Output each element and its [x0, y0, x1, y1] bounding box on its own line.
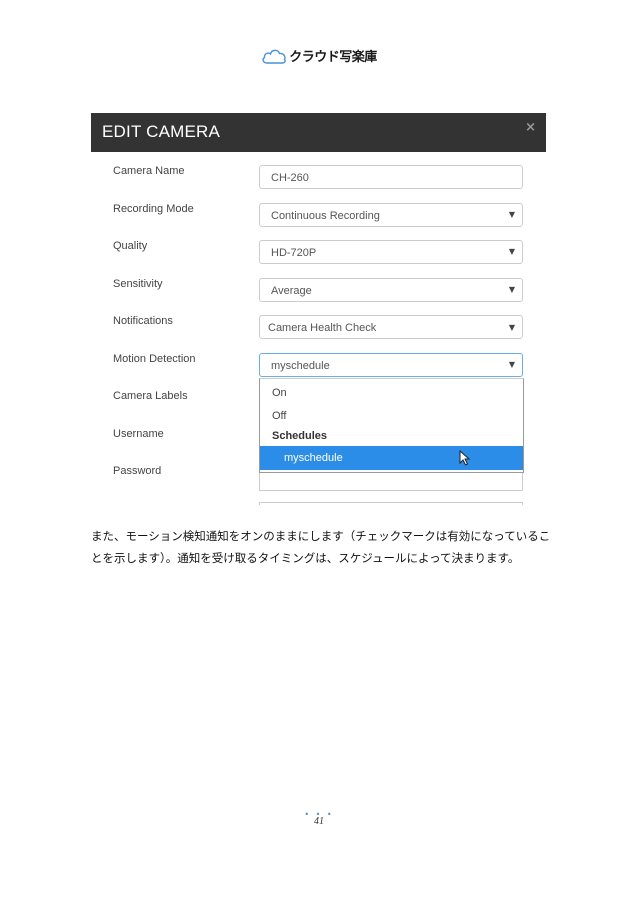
- camera-name-label: Camera Name: [113, 165, 185, 177]
- option-group-schedules: Schedules: [272, 430, 328, 442]
- motion-detection-select[interactable]: myschedule ▼: [259, 353, 523, 377]
- camera-labels-label: Camera Labels: [113, 390, 188, 402]
- motion-detection-value: myschedule: [271, 360, 330, 372]
- dialog-header: EDIT CAMERA ×: [91, 113, 546, 152]
- notifications-select[interactable]: Camera Health Check ▼: [259, 315, 523, 339]
- camera-name-row: Camera Name CH-260: [91, 165, 546, 191]
- motion-detection-dropdown: On Off Schedules myschedule: [259, 378, 524, 473]
- caret-down-icon: ▼: [508, 247, 515, 256]
- sensitivity-row: Sensitivity Average ▼: [91, 278, 546, 304]
- logo-text: クラウド写楽庫: [289, 50, 377, 65]
- description-line-1: また、モーション検知通知をオンのままにします（チェックマークは有効になっているこ: [91, 529, 551, 543]
- caret-down-icon: ▼: [508, 323, 515, 332]
- close-button[interactable]: ×: [525, 120, 536, 135]
- sensitivity-label: Sensitivity: [113, 278, 163, 290]
- motion-detection-row: Motion Detection myschedule ▼: [91, 353, 546, 379]
- caret-down-icon: ▼: [508, 285, 515, 294]
- quality-label: Quality: [113, 240, 148, 252]
- option-off[interactable]: Off: [260, 405, 523, 427]
- cloud-icon: [262, 49, 287, 64]
- dialog-title: EDIT CAMERA: [102, 122, 221, 141]
- caret-down-icon: ▼: [508, 360, 515, 369]
- option-myschedule[interactable]: myschedule: [260, 446, 523, 470]
- option-on[interactable]: On: [260, 382, 523, 404]
- quality-value: HD-720P: [271, 247, 317, 259]
- recording-mode-value: Continuous Recording: [271, 210, 380, 222]
- caret-down-icon: ▼: [508, 210, 515, 219]
- password-label: Password: [113, 465, 162, 477]
- password-input[interactable]: [259, 471, 523, 491]
- quality-select[interactable]: HD-720P ▼: [259, 240, 523, 264]
- quality-row: Quality HD-720P ▼: [91, 240, 546, 266]
- sensitivity-select[interactable]: Average ▼: [259, 278, 523, 302]
- camera-name-input[interactable]: CH-260: [259, 165, 523, 189]
- description-text: また、モーション検知通知をオンのままにします（チェックマークは有効になっているこ…: [91, 525, 561, 569]
- username-label: Username: [113, 428, 164, 440]
- recording-mode-select[interactable]: Continuous Recording ▼: [259, 203, 523, 227]
- page-number: 41: [314, 816, 324, 827]
- motion-detection-label: Motion Detection: [113, 353, 196, 365]
- mouse-pointer-icon: [459, 450, 471, 466]
- notifications-row: Notifications Camera Health Check ▼: [91, 315, 546, 341]
- next-field-edge: [259, 502, 523, 505]
- sensitivity-value: Average: [271, 285, 312, 297]
- edit-camera-dialog: EDIT CAMERA × Camera Name CH-260 Recordi…: [91, 113, 546, 505]
- camera-name-value: CH-260: [271, 172, 309, 184]
- recording-mode-row: Recording Mode Continuous Recording ▼: [91, 203, 546, 229]
- brand-logo: クラウド写楽庫: [0, 46, 638, 70]
- recording-mode-label: Recording Mode: [113, 203, 194, 215]
- notifications-label: Notifications: [113, 315, 173, 327]
- description-line-2: とを示します）。通知を受け取るタイミングは、スケジュールによって決まります。: [91, 551, 520, 565]
- notifications-value: Camera Health Check: [268, 322, 377, 334]
